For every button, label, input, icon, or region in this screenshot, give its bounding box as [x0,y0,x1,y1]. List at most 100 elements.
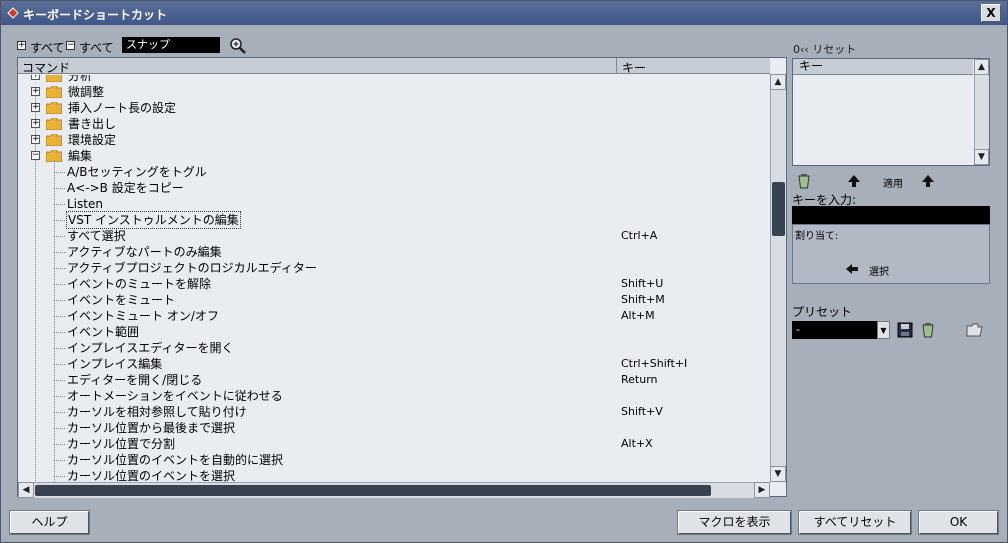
command-row[interactable]: オートメーションをイベントに従わせる [18,388,770,404]
command-row[interactable]: イベントをミュート Shift+M [18,292,770,308]
column-separator[interactable] [616,58,617,74]
tree-branch [54,348,65,349]
shortcut-key: Ctrl+A [621,229,658,242]
column-command[interactable]: コマンド [22,59,70,76]
tree-branch [54,268,65,269]
command-row[interactable]: カーソル位置で分割 Alt+X [18,436,770,452]
expand-icon[interactable]: + [31,75,40,80]
minus-box-icon[interactable]: − [66,41,75,50]
horizontal-scrollbar[interactable]: ◀ ▶ [18,482,770,498]
scroll-left-icon[interactable]: ◀ [18,482,34,498]
command-row[interactable]: VST インストゥルメントの編集 [18,211,770,229]
command-label: インプレイスエディターを開く [67,341,234,355]
command-label: Listen [67,197,103,211]
trash-icon[interactable] [797,173,811,189]
tree-header: コマンド キー [18,58,770,76]
command-row[interactable]: インプレイスエディターを開く [18,340,770,356]
plus-box-icon[interactable]: + [17,41,26,50]
command-row[interactable]: すべて選択 Ctrl+A [18,228,770,244]
folder-row[interactable]: − 編集 [18,148,770,164]
expand-icon[interactable]: + [31,119,40,128]
command-row[interactable]: カーソル位置から最後まで選択 [18,420,770,436]
folder-row[interactable]: + 挿入ノート長の設定 [18,100,770,116]
scroll-down-icon[interactable]: ▼ [770,466,786,482]
command-label: イベントをミュート [67,293,176,307]
vertical-scrollbar[interactable]: ▲ ▼ [770,74,786,482]
scroll-up-icon[interactable]: ▲ [770,74,786,90]
command-label: エディターを開く/閉じる [67,373,203,387]
command-row[interactable]: イベントのミュートを解除 Shift+U [18,276,770,292]
command-row[interactable]: A<->B 設定をコピー [18,180,770,196]
select-button[interactable]: 選択 [869,263,889,278]
command-row[interactable]: イベント範囲 [18,324,770,340]
folder-icon [46,86,62,98]
show-macros-button[interactable]: マクロを表示 [678,511,791,534]
folder-row[interactable]: + 環境設定 [18,132,770,148]
search-input[interactable]: スナップ [122,37,220,53]
command-label: カーソル位置から最後まで選択 [67,421,236,435]
horizontal-scroll-thumb[interactable] [35,485,711,496]
command-row[interactable]: A/Bセッティングをトグル [18,164,770,180]
scroll-up-icon[interactable]: ▲ [974,59,989,75]
command-row[interactable]: Listen [18,196,770,212]
shortcut-key: Return [621,373,658,386]
folder-icon [46,75,62,82]
open-folder-icon[interactable] [966,321,984,339]
reset-all-button[interactable]: すべてリセット [799,511,911,534]
save-icon[interactable] [896,321,914,339]
vertical-scroll-thumb[interactable] [772,182,785,236]
tree-branch [54,188,65,189]
command-row[interactable]: カーソルを相対参照して貼り付け Shift+V [18,404,770,420]
folder-row[interactable]: + 微調整 [18,84,770,100]
apply-label[interactable]: 適用 [883,175,903,190]
command-label: アクティブなパートのみ編集 [67,245,222,259]
command-label: カーソル位置のイベントを自動的に選択 [67,453,284,467]
expand-all-button[interactable]: すべて [30,39,65,56]
preset-select[interactable]: - ▼ [792,321,890,339]
key-input-field[interactable] [792,206,990,224]
scroll-down-icon[interactable]: ▼ [974,149,989,165]
command-label: イベントミュート オン/オフ [67,309,219,323]
close-button[interactable]: X [981,4,1001,22]
help-button[interactable]: ヘルプ [10,511,89,534]
command-row[interactable]: イベントミュート オン/オフ Alt+M [18,308,770,324]
command-row[interactable]: アクティブなパートのみ編集 [18,244,770,260]
collapse-all-button[interactable]: すべて [79,39,114,56]
keys-scrollbar[interactable]: ▲ ▼ [974,59,989,165]
ok-button[interactable]: OK [919,511,998,534]
command-row[interactable]: カーソル位置のイベントを自動的に選択 [18,452,770,468]
expand-icon[interactable]: + [31,87,40,96]
arrow-up-icon[interactable] [847,174,861,188]
folder-label: 書き出し [68,117,117,131]
folder-row[interactable]: + 分析 [18,75,770,84]
expand-icon[interactable]: + [31,135,40,144]
tree-branch [54,172,65,173]
trash-icon[interactable] [919,321,937,339]
tree-branch [54,380,65,381]
command-label: イベントのミュートを解除 [67,277,212,291]
magnifier-icon[interactable] [229,37,247,55]
scroll-right-icon[interactable]: ▶ [754,482,770,498]
command-row[interactable]: エディターを開く/閉じる Return [18,372,770,388]
folder-row[interactable]: + 書き出し [18,116,770,132]
column-key[interactable]: キー [622,59,646,76]
chevron-down-icon[interactable]: ▼ [877,321,890,339]
command-label: イベント範囲 [67,325,140,339]
collapse-icon[interactable]: − [31,151,40,160]
command-row[interactable]: カーソル位置のイベントを選択 [18,468,770,482]
command-label: インプレイス編集 [67,357,163,371]
keys-header: キー [793,59,973,75]
title-bar: キーボードショートカット X [1,1,1007,25]
tree-branch [54,220,65,221]
arrow-up-icon[interactable] [921,174,935,188]
folder-label: 分析 [68,75,93,83]
reset-button[interactable]: 0‹‹ リセット [793,41,856,57]
command-label: カーソル位置で分割 [67,437,176,451]
command-row[interactable]: アクティブプロジェクトのロジカルエディター [18,260,770,276]
tree-branch [54,316,65,317]
arrow-left-icon[interactable] [845,263,859,275]
expand-icon[interactable]: + [31,103,40,112]
folder-label: 微調整 [68,85,105,99]
folder-label: 環境設定 [68,133,117,147]
command-row[interactable]: インプレイス編集 Ctrl+Shift+I [18,356,770,372]
